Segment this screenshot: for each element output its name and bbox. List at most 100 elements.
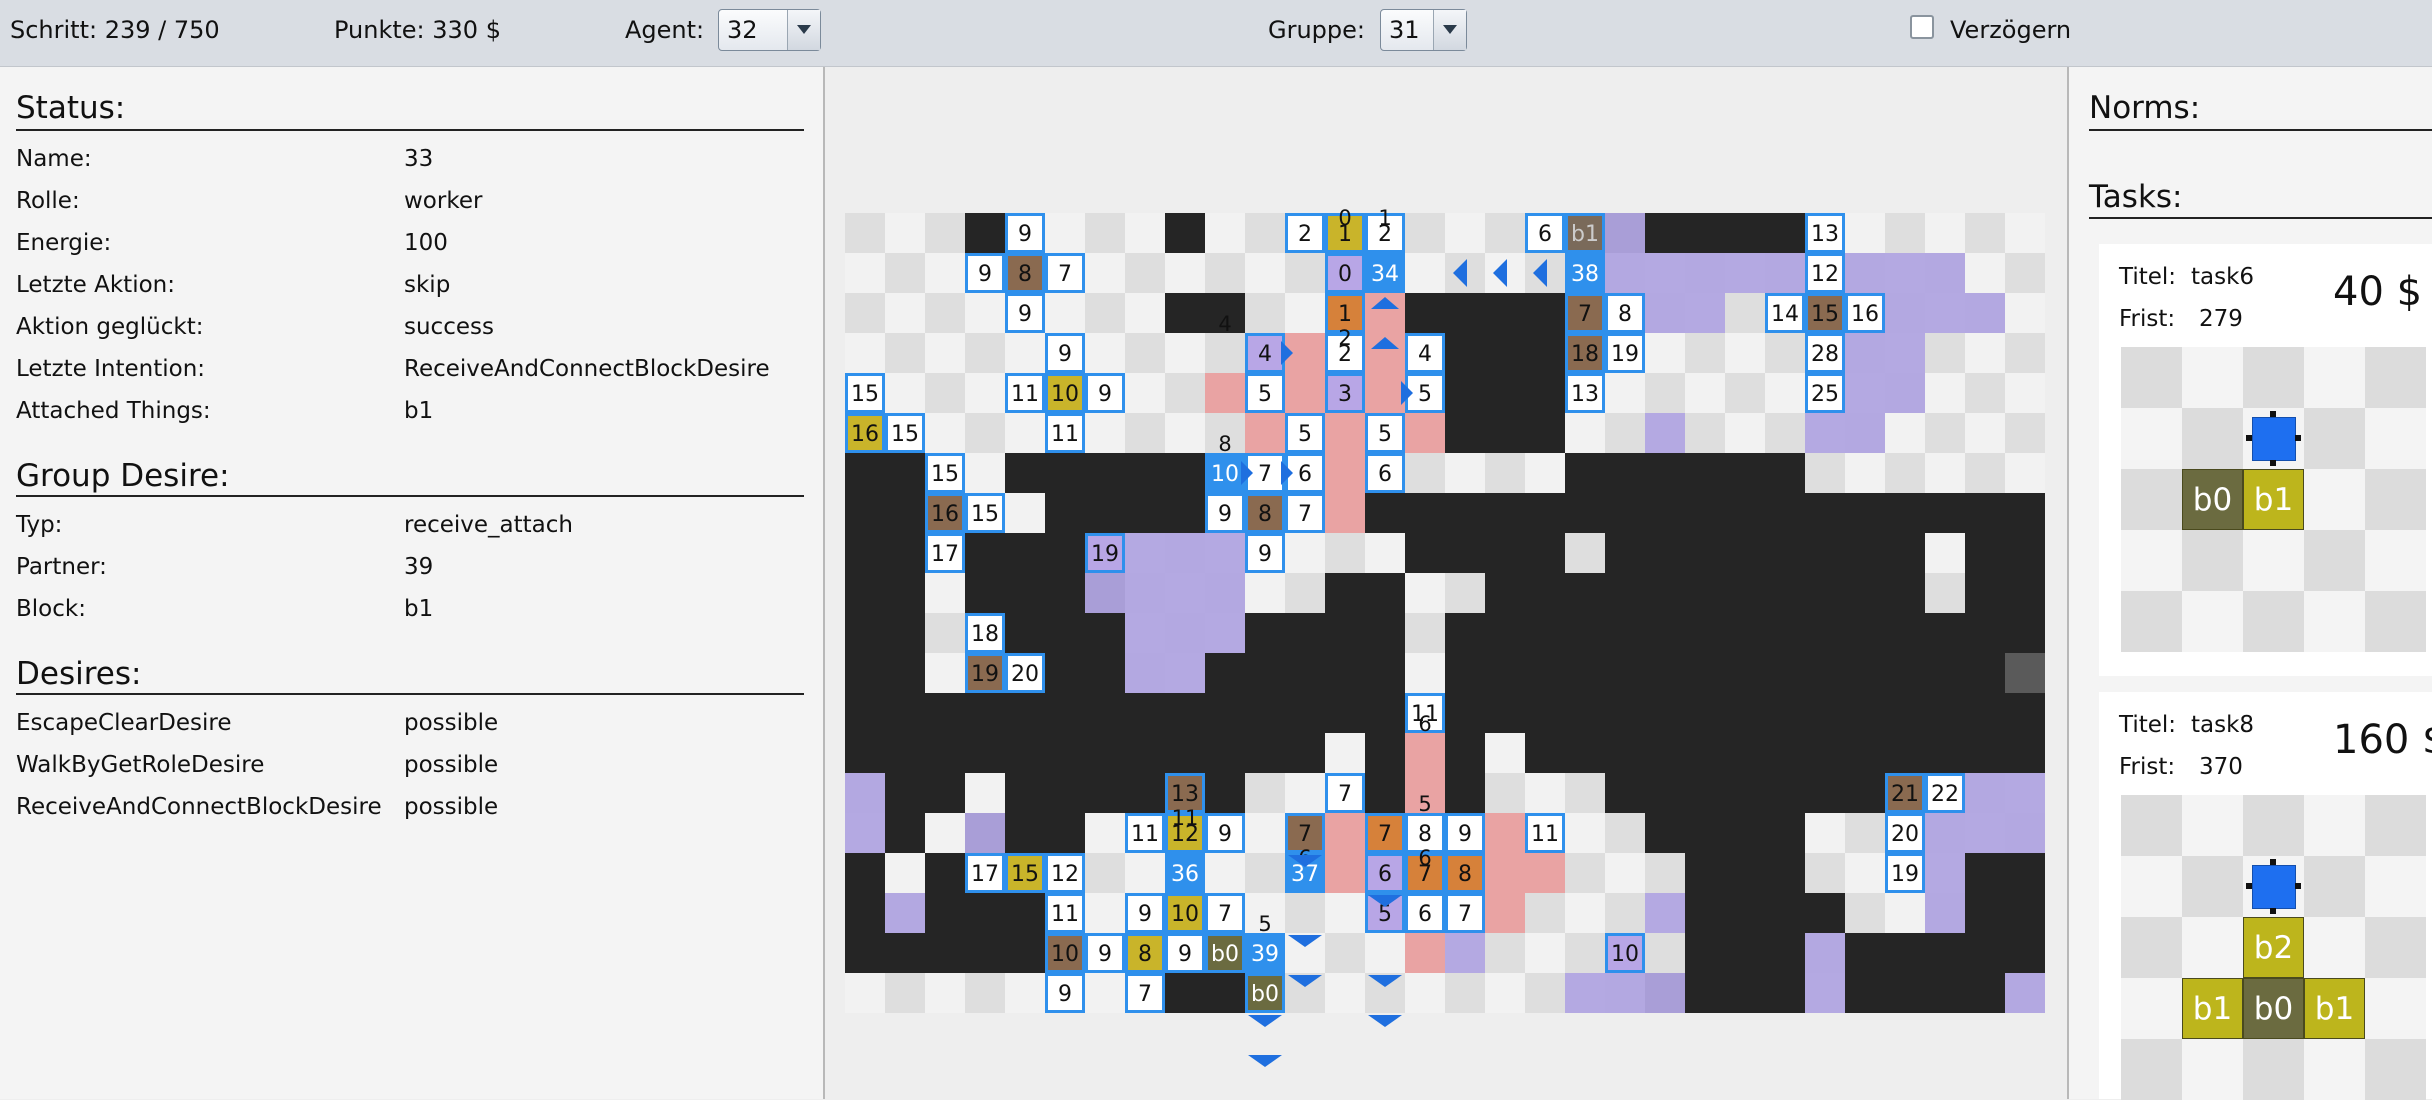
agent-cell[interactable]: 14 [1765,293,1805,333]
agent-cell[interactable]: 9 [1085,933,1125,973]
agent-cell[interactable]: b0 [1245,973,1285,1013]
agent-cell[interactable]: 9 [1445,813,1485,853]
agent-cell[interactable]: 9 [1205,813,1245,853]
floor-cell [1325,733,1365,773]
agent-cell[interactable]: 8 [1125,933,1165,973]
agent-cell[interactable]: 18 [1565,333,1605,373]
agent-select-dropdown-button[interactable] [787,10,820,50]
group-select-dropdown-button[interactable] [1433,10,1466,50]
obstacle-cell [2005,853,2045,893]
agent-cell[interactable]: 11 [1525,813,1565,853]
agent-cell[interactable]: 34 [1365,253,1405,293]
agent-cell[interactable]: 17 [925,533,965,573]
agent-cell[interactable]: 9 [1165,933,1205,973]
agent-cell[interactable]: 11 [1045,893,1085,933]
team-b-zone-cell [1205,373,1245,413]
agent-cell[interactable]: 38 [1565,253,1605,293]
agent-cell[interactable]: 5 [1245,373,1285,413]
group-select[interactable]: 31 [1380,9,1467,51]
agent-cell[interactable]: 9 [1045,333,1085,373]
agent-cell[interactable]: 7 [1045,253,1085,293]
agent-cell[interactable]: 7 [1365,813,1405,853]
agent-cell[interactable]: 13 [1805,213,1845,253]
agent-cell[interactable]: 6 [1365,453,1405,493]
agent-cell[interactable]: 15 [885,413,925,453]
agent-cell[interactable]: 10 [1045,373,1085,413]
agent-cell[interactable]: 10 [1045,933,1085,973]
agent-cell[interactable]: 8 [1605,293,1645,333]
agent-cell[interactable]: 5 [1365,413,1405,453]
agent-cell[interactable]: 7 [1565,293,1605,333]
obstacle-cell [1685,653,1725,693]
task-card[interactable]: Titel: task8 Frist: 370 160 $ b2b1b0b1 [2099,692,2432,1100]
agent-cell[interactable]: 19 [1085,533,1125,573]
agent-cell[interactable]: 19 [1885,853,1925,893]
agent-cell[interactable]: 10 [1165,893,1205,933]
tasks-section-title: Tasks: [2089,179,2183,215]
agent-cell[interactable]: 16 [845,413,885,453]
agent-cell[interactable]: 6 [1405,893,1445,933]
agent-cell[interactable]: 9 [1245,533,1285,573]
delay-checkbox[interactable] [1910,15,1934,39]
simulation-map-view[interactable]: 9 9 8 7 9 9 15 11 10 9 16 15 11 15 16 15 17 19 18 19 20 2 1 2 0 3… [825,67,2065,1099]
agent-cell[interactable]: 28 [1805,333,1845,373]
agent-cell[interactable]: 5 [1285,413,1325,453]
agent-cell[interactable]: 11 [1125,813,1165,853]
agent-cell[interactable]: 17 [965,853,1005,893]
agent-cell[interactable]: 11 [1005,373,1045,413]
agent-cell[interactable]: 10 [1605,933,1645,973]
agent-cell[interactable]: 16 [1845,293,1885,333]
agent-cell[interactable]: 16 [925,493,965,533]
agent-cell[interactable]: 9 [965,253,1005,293]
agent-cell[interactable]: 9 [1205,493,1245,533]
agent-select[interactable]: 32 [718,9,821,51]
agent-cell[interactable]: 15 [925,453,965,493]
agent-cell[interactable]: 15 [1805,293,1845,333]
agent-cell[interactable]: 12 [1805,253,1845,293]
agent-cell[interactable]: 4 [1405,333,1445,373]
agent-cell[interactable]: 10 [1205,453,1245,493]
floor-cell [1965,453,2005,493]
agent-cell[interactable]: 20 [1885,813,1925,853]
agent-cell[interactable]: 7 [1125,973,1165,1013]
agent-cell[interactable]: 39 [1245,933,1285,973]
agent-cell[interactable]: 18 [965,613,1005,653]
agent-cell[interactable]: 9 [1005,213,1045,253]
agent-cell[interactable]: 22 [1925,773,1965,813]
agent-cell[interactable]: 11 [1045,413,1085,453]
agent-cell[interactable]: 12 [1045,853,1085,893]
agent-cell[interactable]: 9 [1125,893,1165,933]
agent-cell[interactable]: 9 [1085,373,1125,413]
agent-cell[interactable]: b1 [1565,213,1605,253]
agent-cell[interactable]: 25 [1805,373,1845,413]
agent-cell[interactable]: 19 [1605,333,1645,373]
agent-cell[interactable]: 4 [1245,333,1285,373]
agent-cell[interactable]: 15 [1005,853,1045,893]
grid-map[interactable]: 99 8 79915 11 10 916 15 111516 1517 191819 202 1 20 3… [825,67,2065,1099]
agent-cell[interactable]: 6 [1525,213,1565,253]
agent-cell[interactable]: 7 [1445,893,1485,933]
agent-cell[interactable]: 7 [1205,893,1245,933]
agent-cell[interactable]: 6 [1365,853,1405,893]
agent-cell[interactable]: 0 [1325,253,1365,293]
agent-cell[interactable]: 7 [1325,773,1365,813]
agent-cell[interactable]: 8 [1445,853,1485,893]
agent-cell[interactable]: b0 [1205,933,1245,973]
agent-cell[interactable]: 3 [1325,373,1365,413]
agent-cell[interactable]: 9 [1045,973,1085,1013]
task-card[interactable]: Titel: task6 Frist: 279 40 $ b0 b1 [2099,244,2432,676]
agent-cell[interactable]: 8 [1245,493,1285,533]
agent-cell[interactable]: 2 [1285,213,1325,253]
delay-checkbox-label[interactable]: Verzögern [1950,14,2071,46]
agent-cell[interactable]: 7 [1285,493,1325,533]
agent-cell[interactable]: 21 [1885,773,1925,813]
agent-cell[interactable]: 19 [965,653,1005,693]
team-b-zone-cell [1405,413,1445,453]
agent-cell[interactable]: 9 [1005,293,1045,333]
agent-cell[interactable]: 13 [1565,373,1605,413]
agent-cell[interactable]: 20 [1005,653,1045,693]
agent-cell[interactable]: 15 [965,493,1005,533]
agent-cell[interactable]: 8 [1005,253,1045,293]
agent-cell[interactable]: 36 [1165,853,1205,893]
agent-cell[interactable]: 15 [845,373,885,413]
